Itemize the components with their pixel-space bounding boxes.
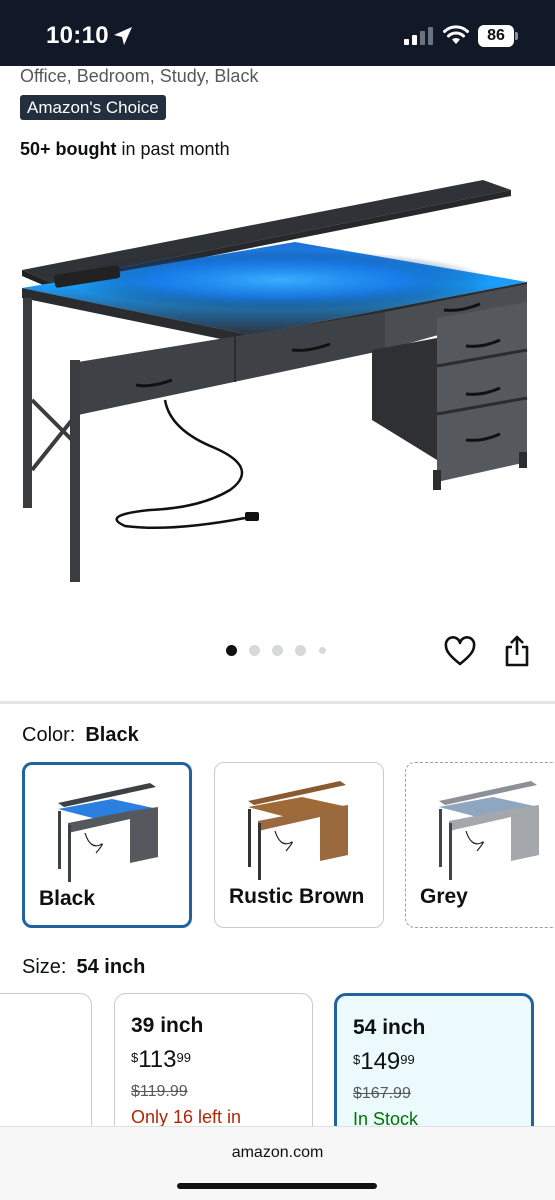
size-label: Size: <box>22 956 67 978</box>
status-bar: 10:10 86 <box>0 0 555 66</box>
heart-icon[interactable] <box>444 636 476 668</box>
battery-level: 86 <box>478 25 514 47</box>
status-time: 10:10 <box>46 22 109 49</box>
swatch-label: Grey <box>420 885 468 908</box>
size-option-availability: Only 16 left in <box>131 1107 242 1127</box>
color-swatch-grey[interactable]: Grey <box>405 762 555 928</box>
selected-color-value: Black <box>85 724 139 746</box>
carousel-dot[interactable] <box>295 645 306 656</box>
size-option-name: 39 inch <box>131 1014 204 1037</box>
color-swatch-rustic-brown[interactable]: Rustic Brown <box>214 762 384 928</box>
color-swatch-black[interactable]: Black <box>22 762 192 928</box>
browser-address-bar[interactable]: amazon.com <box>0 1126 555 1200</box>
bought-count: 50+ bought <box>20 139 117 159</box>
cellular-signal-icon <box>404 27 433 45</box>
size-option-list-price: $119.99 <box>131 1083 188 1100</box>
color-label: Color: <box>22 724 76 746</box>
browser-domain[interactable]: amazon.com <box>0 1144 555 1162</box>
swatch-thumbnail <box>58 783 158 882</box>
carousel-dot[interactable] <box>319 647 326 654</box>
home-indicator[interactable] <box>177 1183 377 1189</box>
swatch-label: Black <box>39 887 96 910</box>
carousel-dot[interactable] <box>272 645 283 656</box>
size-option-54-inch[interactable]: 54 inch $14999 $167.99 In Stock <box>334 993 534 1143</box>
bought-period: in past month <box>116 139 230 159</box>
swatch-thumbnail <box>439 781 539 880</box>
swatch-thumbnail <box>248 781 348 880</box>
size-option-price: $11399 <box>131 1046 191 1073</box>
battery-icon: 86 <box>478 25 518 47</box>
swatch-label: Rustic Brown <box>229 885 365 908</box>
size-selector-label: Size: 54 inch <box>22 956 145 979</box>
product-title[interactable]: Office, Bedroom, Study, Black <box>20 66 258 87</box>
wifi-icon <box>443 25 469 44</box>
size-option-partial[interactable] <box>0 993 92 1143</box>
section-divider <box>0 701 555 704</box>
size-option-39-inch[interactable]: 39 inch $11399 $119.99 Only 16 left in <box>114 993 313 1143</box>
selected-size-value: 54 inch <box>76 956 146 978</box>
product-image[interactable] <box>0 170 555 630</box>
carousel-dot[interactable] <box>226 645 237 656</box>
share-icon[interactable] <box>503 634 531 668</box>
amazons-choice-badge: Amazon's Choice <box>20 95 166 120</box>
bought-in-past-month: 50+ bought in past month <box>20 139 230 160</box>
color-selector-label: Color: Black <box>22 724 139 747</box>
carousel-dot[interactable] <box>249 645 260 656</box>
size-option-list-price: $167.99 <box>353 1085 411 1102</box>
size-option-name: 54 inch <box>353 1016 426 1039</box>
location-arrow-icon <box>114 27 132 45</box>
size-option-price: $14999 <box>353 1048 415 1075</box>
